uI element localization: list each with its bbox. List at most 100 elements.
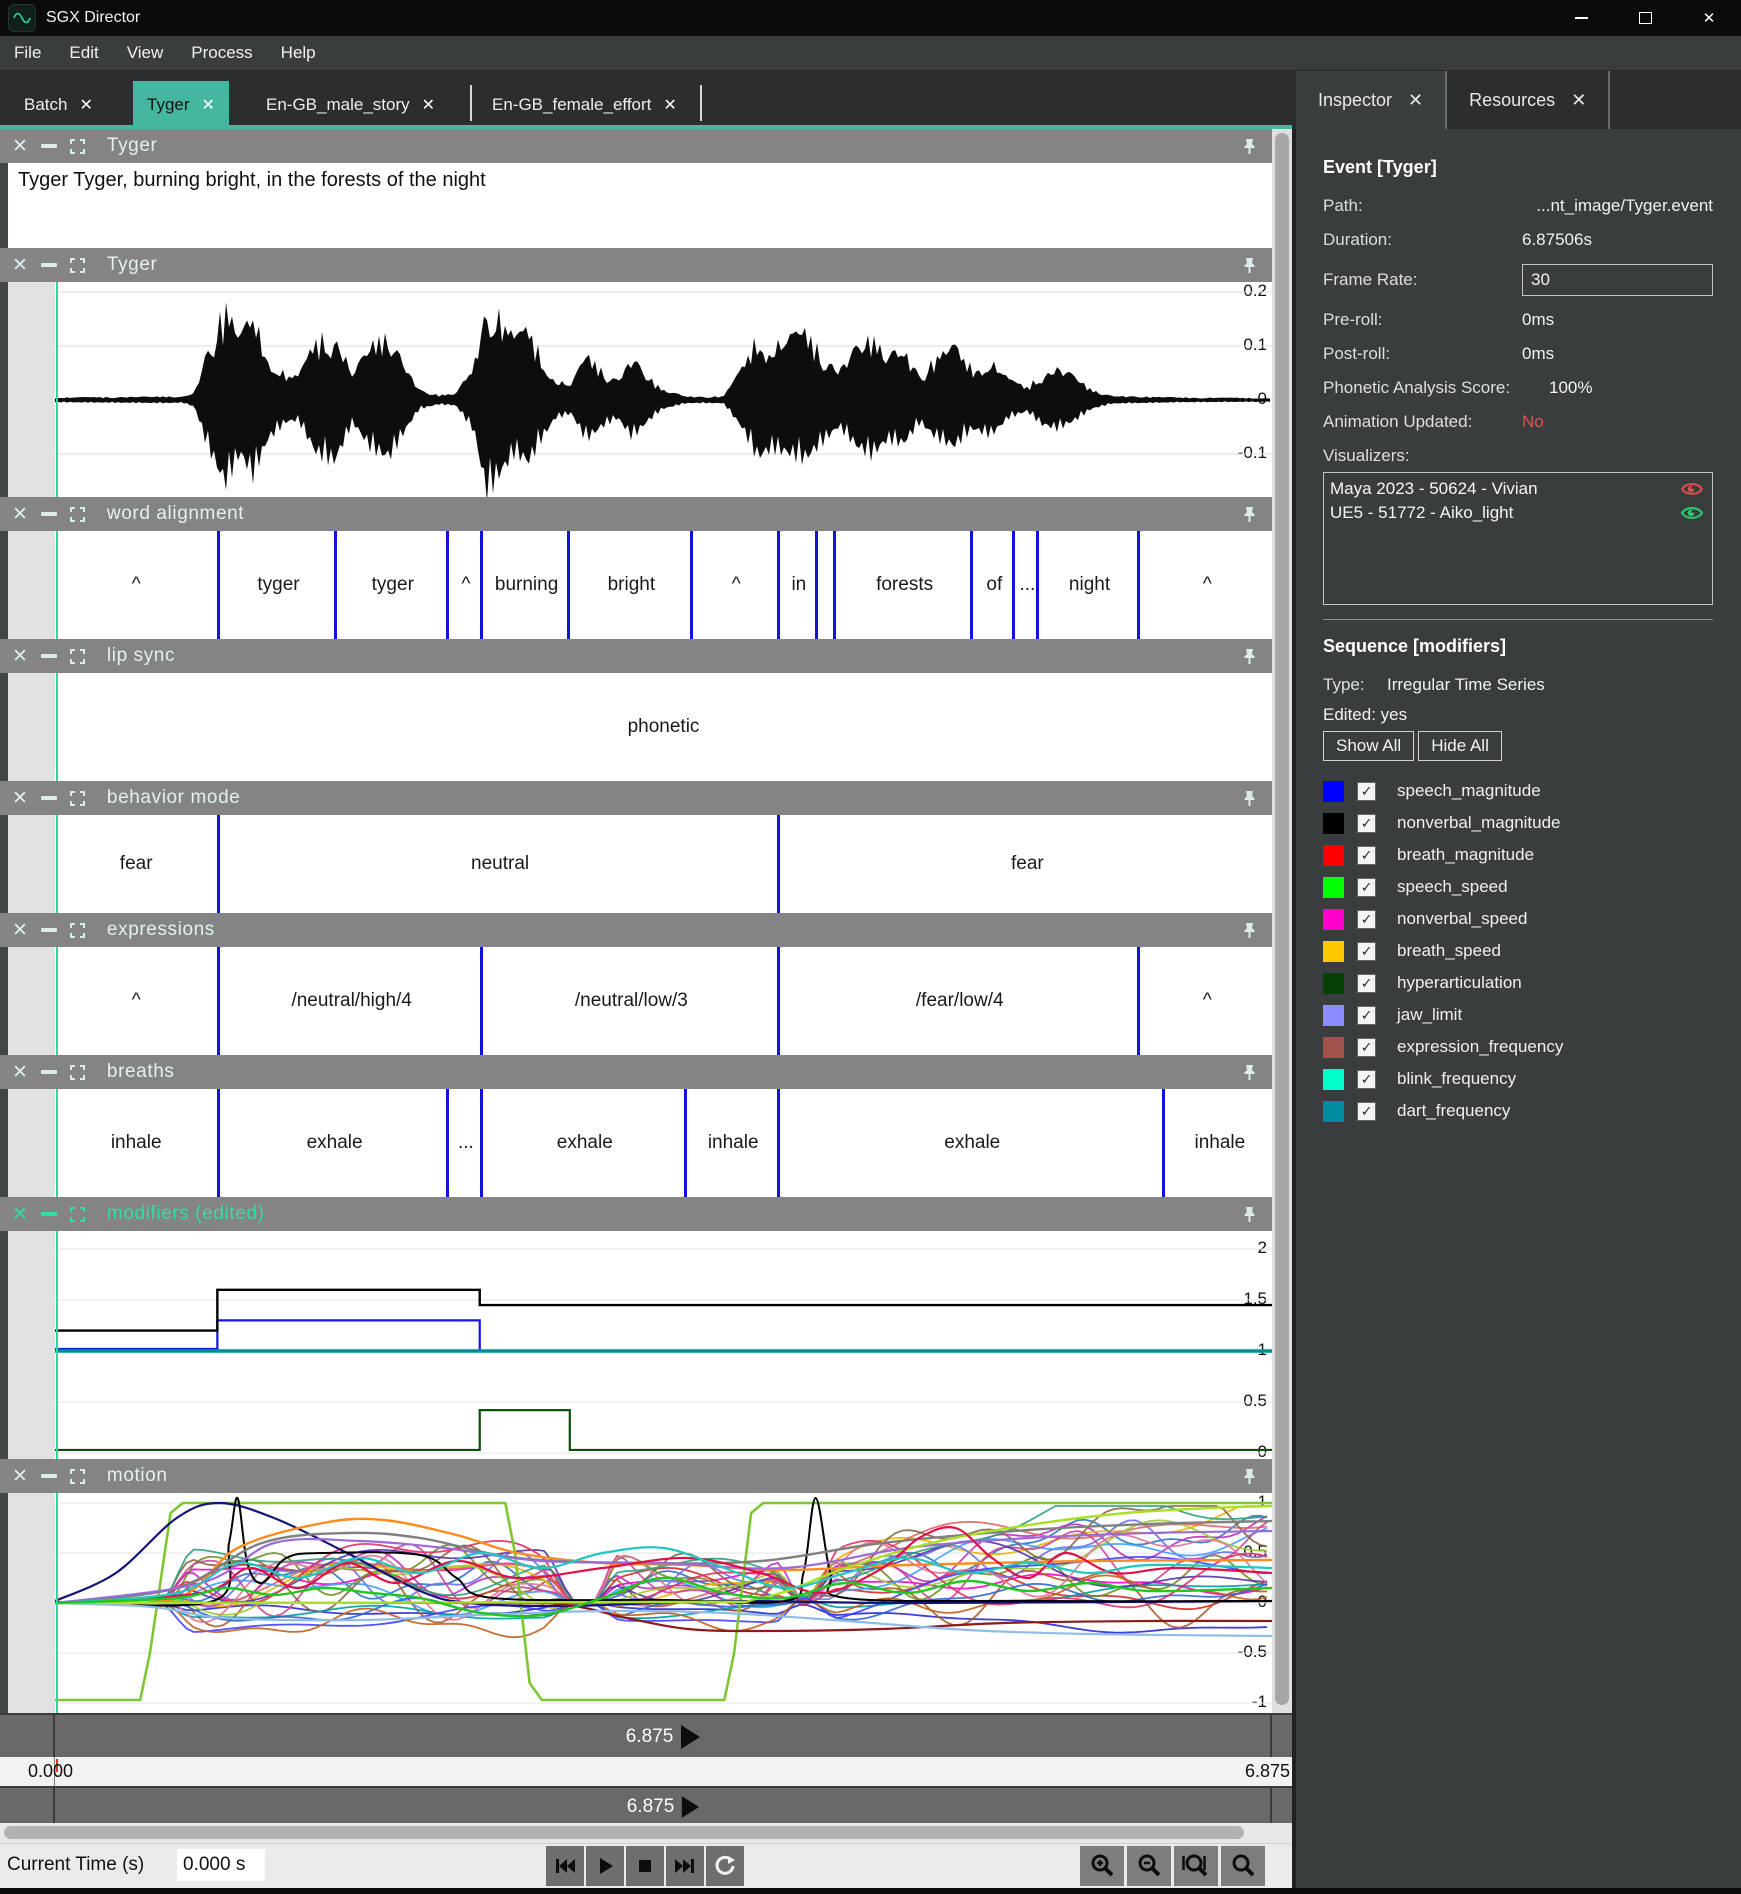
pin-icon[interactable] <box>1243 506 1256 528</box>
tab-close-icon[interactable]: ✕ <box>202 95 215 115</box>
behavior-panel-content[interactable]: fearneutralfear <box>0 815 1272 913</box>
menu-item-edit[interactable]: Edit <box>55 36 112 70</box>
tab-close-icon[interactable]: ✕ <box>1408 90 1423 111</box>
pin-icon[interactable] <box>1243 257 1256 279</box>
panel-maximize-icon[interactable] <box>70 791 85 806</box>
channel-checkbox[interactable]: ✓ <box>1357 782 1376 801</box>
tab-close-icon[interactable]: ✕ <box>422 95 435 115</box>
breath-segment[interactable]: exhale <box>217 1089 449 1197</box>
motion-panel-content[interactable]: 10.50-0.5-1 <box>0 1493 1272 1713</box>
panel-minimize-icon[interactable] <box>41 1212 57 1216</box>
word-segment[interactable]: ^ <box>446 531 483 639</box>
zoom-out-button[interactable] <box>1127 1846 1171 1886</box>
menu-item-help[interactable]: Help <box>267 36 330 70</box>
pin-icon[interactable] <box>1243 1468 1256 1490</box>
tab-resources[interactable]: Resources✕ <box>1447 71 1610 129</box>
word-segment[interactable]: forests <box>833 531 973 639</box>
panel-minimize-icon[interactable] <box>41 796 57 800</box>
breath-segment[interactable]: inhale <box>1162 1089 1275 1197</box>
tab-close-icon[interactable]: ✕ <box>79 95 92 115</box>
expression-segment[interactable]: /fear/low/4 <box>777 947 1140 1055</box>
panel-minimize-icon[interactable] <box>41 928 57 932</box>
panel-close-icon[interactable]: ✕ <box>12 254 28 277</box>
playhead-cursor[interactable] <box>56 1089 58 1197</box>
expression-segment[interactable]: ^ <box>1137 947 1275 1055</box>
pin-icon[interactable] <box>1243 1206 1256 1228</box>
panel-minimize-icon[interactable] <box>41 144 57 148</box>
word-segment[interactable]: ^ <box>1137 531 1275 639</box>
panel-close-icon[interactable]: ✕ <box>12 135 28 158</box>
visualizer-row[interactable]: UE5 - 51772 - Aiko_light <box>1324 501 1712 525</box>
expressions-panel-content[interactable]: ^/neutral/high/4/neutral/low/3/fear/low/… <box>0 947 1272 1055</box>
panel-maximize-icon[interactable] <box>70 139 85 154</box>
panel-minimize-icon[interactable] <box>41 263 57 267</box>
hide-all-button[interactable]: Hide All <box>1418 731 1502 761</box>
visualizer-row[interactable]: Maya 2023 - 50624 - Vivian <box>1324 477 1712 501</box>
zoom-fit-button[interactable] <box>1174 1846 1218 1886</box>
playhead-cursor[interactable] <box>56 1231 58 1459</box>
frame-rate-input[interactable]: 30 <box>1522 264 1713 296</box>
zoom-button[interactable] <box>1221 1846 1265 1886</box>
tab-close-icon[interactable]: ✕ <box>663 95 676 115</box>
current-time-input[interactable]: 0.000 s <box>177 1849 265 1881</box>
pin-icon[interactable] <box>1243 1064 1256 1086</box>
channel-checkbox[interactable]: ✓ <box>1357 1102 1376 1121</box>
panel-maximize-icon[interactable] <box>70 649 85 664</box>
vertical-scrollbar[interactable] <box>1272 129 1292 1713</box>
channel-checkbox[interactable]: ✓ <box>1357 942 1376 961</box>
pin-icon[interactable] <box>1243 922 1256 944</box>
channel-checkbox[interactable]: ✓ <box>1357 974 1376 993</box>
panel-maximize-icon[interactable] <box>70 507 85 522</box>
breath-segment[interactable]: exhale <box>480 1089 687 1197</box>
modifiers-chart[interactable] <box>55 1231 1272 1459</box>
breath-segment[interactable]: inhale <box>55 1089 217 1197</box>
panel-minimize-icon[interactable] <box>41 654 57 658</box>
word-segment[interactable]: burning <box>480 531 570 639</box>
word_alignment-panel-content[interactable]: ^tygertyger^burningbright^inforestsof...… <box>0 531 1272 639</box>
playhead-cursor[interactable] <box>56 282 58 497</box>
tab-en-gb_female_effort[interactable]: En-GB_female_effort✕ <box>478 85 691 125</box>
range-slider-bottom[interactable]: 6.875 <box>0 1786 1292 1827</box>
skip-to-start-button[interactable] <box>546 1846 584 1886</box>
maximize-button[interactable] <box>1613 0 1677 36</box>
panel-maximize-icon[interactable] <box>70 1065 85 1080</box>
show-all-button[interactable]: Show All <box>1323 731 1414 761</box>
expression-segment[interactable]: /neutral/low/3 <box>480 947 780 1055</box>
breath-segment[interactable]: ... <box>446 1089 483 1197</box>
menu-item-process[interactable]: Process <box>177 36 266 70</box>
panel-close-icon[interactable]: ✕ <box>12 1203 28 1226</box>
channel-checkbox[interactable]: ✓ <box>1357 1006 1376 1025</box>
horizontal-scrollbar-thumb[interactable] <box>4 1826 1244 1839</box>
panel-close-icon[interactable]: ✕ <box>12 919 28 942</box>
lip_sync-panel-content[interactable]: phonetic <box>0 673 1272 781</box>
breath-segment[interactable]: inhale <box>684 1089 780 1197</box>
tab-en-gb_male_story[interactable]: En-GB_male_story✕ <box>252 85 449 125</box>
channel-checkbox[interactable]: ✓ <box>1357 846 1376 865</box>
tab-inspector[interactable]: Inspector✕ <box>1296 71 1447 129</box>
panel-maximize-icon[interactable] <box>70 1469 85 1484</box>
pin-icon[interactable] <box>1243 790 1256 812</box>
behavior-segment[interactable]: fear <box>55 815 217 913</box>
motion-chart[interactable] <box>55 1493 1272 1713</box>
range-play-icon[interactable] <box>679 1724 701 1750</box>
word-segment[interactable]: bright <box>567 531 692 639</box>
range-play-icon[interactable] <box>680 1795 700 1819</box>
breaths-panel-content[interactable]: inhaleexhale...exhaleinhaleexhaleinhale <box>0 1089 1272 1197</box>
behavior-segment[interactable]: fear <box>777 815 1275 913</box>
tab-tyger[interactable]: Tyger✕ <box>133 81 229 129</box>
word-segment[interactable]: ^ <box>690 531 780 639</box>
word-segment[interactable]: tyger <box>334 531 449 639</box>
word-segment[interactable]: tyger <box>217 531 336 639</box>
channel-checkbox[interactable]: ✓ <box>1357 878 1376 897</box>
menu-item-file[interactable]: File <box>0 36 55 70</box>
visibility-eye-icon[interactable] <box>1680 481 1704 497</box>
panel-maximize-icon[interactable] <box>70 258 85 273</box>
horizontal-scrollbar[interactable] <box>0 1823 1292 1843</box>
word-segment[interactable]: of <box>970 531 1015 639</box>
word-segment[interactable]: ^ <box>55 531 217 639</box>
panel-minimize-icon[interactable] <box>41 512 57 516</box>
loop-button[interactable] <box>706 1846 744 1886</box>
modifiers-panel-content[interactable]: 21.510.50 <box>0 1231 1272 1459</box>
minimize-button[interactable] <box>1549 0 1613 36</box>
vertical-scrollbar-thumb[interactable] <box>1275 133 1289 1705</box>
